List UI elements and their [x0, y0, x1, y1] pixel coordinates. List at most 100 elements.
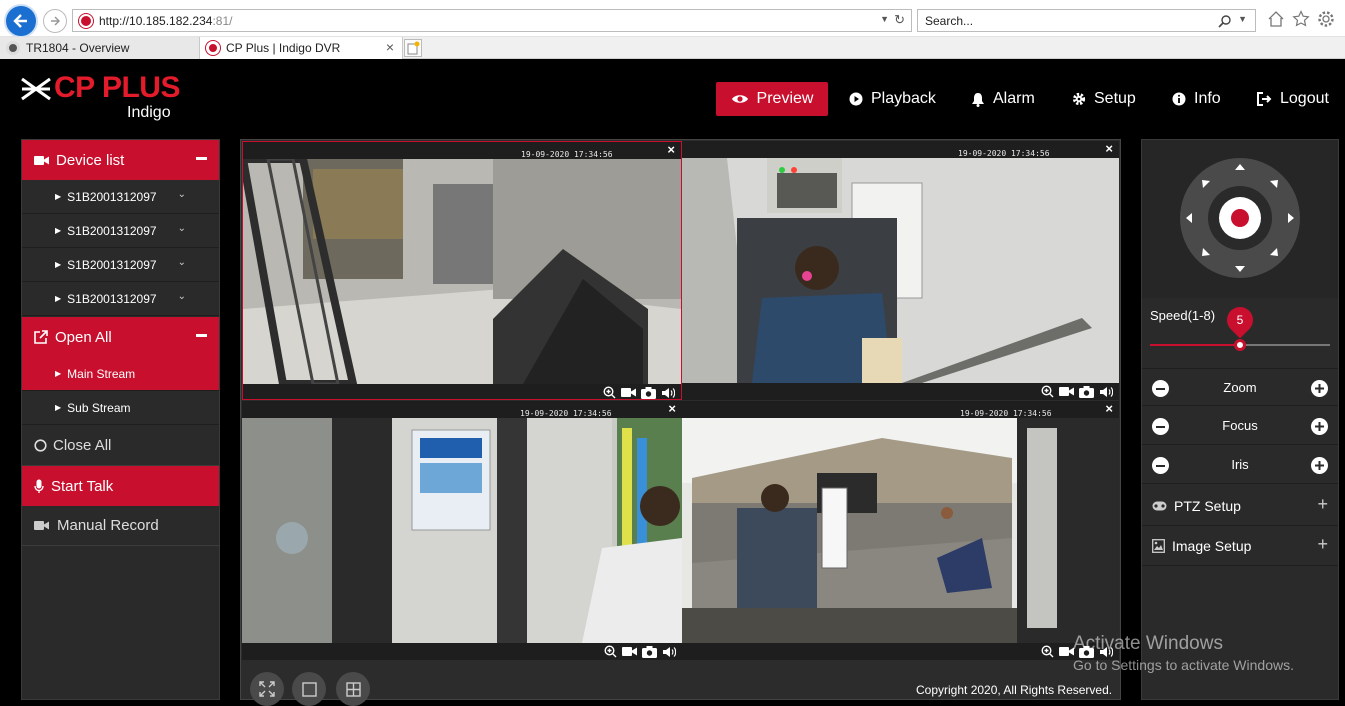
- collapse-minus-icon[interactable]: [196, 157, 207, 160]
- chevron-down-icon[interactable]: ⌄: [178, 223, 186, 234]
- home-icon[interactable]: [1267, 10, 1285, 28]
- focus-label: Focus: [1222, 418, 1258, 433]
- zoom-in-icon[interactable]: [604, 645, 617, 658]
- nav-logout[interactable]: Logout: [1257, 82, 1329, 116]
- record-video-icon[interactable]: [1059, 646, 1074, 657]
- arrow-left-icon: [13, 14, 27, 28]
- close-camera-icon[interactable]: ×: [668, 401, 676, 416]
- watermark-subtitle: Go to Settings to activate Windows.: [1073, 657, 1294, 673]
- minus-icon: [1156, 387, 1165, 390]
- snapshot-camera-icon[interactable]: [1079, 385, 1094, 398]
- new-tab-button[interactable]: [404, 39, 422, 57]
- close-all-button[interactable]: Close All: [22, 426, 219, 466]
- record-video-icon[interactable]: [1059, 386, 1074, 397]
- zoom-in-button[interactable]: [1311, 380, 1328, 397]
- search-placeholder: Search...: [925, 13, 974, 28]
- start-talk-button[interactable]: Start Talk: [22, 466, 219, 506]
- image-setup-row[interactable]: Image Setup +: [1142, 526, 1338, 566]
- zoom-in-icon[interactable]: [1041, 385, 1054, 398]
- settings-gear-icon[interactable]: [1317, 10, 1335, 28]
- record-video-icon[interactable]: [622, 646, 637, 657]
- audio-speaker-icon[interactable]: [662, 646, 676, 658]
- nav-preview[interactable]: Preview: [716, 82, 828, 116]
- camera-controls: [603, 386, 675, 399]
- search-dropdown-icon[interactable]: ▼: [1238, 14, 1247, 24]
- caret-right-icon: ▶: [55, 192, 62, 201]
- main-stream-item[interactable]: ▶ Main Stream: [22, 357, 219, 391]
- audio-speaker-icon[interactable]: [661, 387, 675, 399]
- device-label: S1B2001312097: [67, 189, 157, 204]
- manual-record-button[interactable]: Manual Record: [22, 506, 219, 546]
- nav-setup[interactable]: Setup: [1072, 82, 1136, 116]
- camera-cell-4[interactable]: × 19-09-2020 17:34:56: [682, 401, 1119, 660]
- caret-right-icon: ▶: [55, 294, 62, 303]
- camera-cell-2[interactable]: × 19-09-2020 17:34:56: [682, 141, 1119, 400]
- iris-minus-button[interactable]: [1152, 457, 1169, 474]
- device-item[interactable]: ▶ S1B2001312097 ⌄: [22, 248, 219, 282]
- back-button[interactable]: [4, 4, 38, 38]
- windows-activation-watermark: Activate Windows Go to Settings to activ…: [1073, 633, 1294, 673]
- open-all-header[interactable]: Open All: [22, 317, 219, 357]
- chevron-down-icon[interactable]: ⌄: [178, 291, 186, 302]
- collapse-minus-icon[interactable]: [196, 334, 207, 337]
- device-item[interactable]: ▶ S1B2001312097 ⌄: [22, 180, 219, 214]
- chevron-down-icon[interactable]: ⌄: [178, 257, 186, 268]
- site-favicon-icon: [79, 13, 93, 28]
- search-input[interactable]: Search... ▼: [917, 9, 1256, 32]
- address-dropdown-icon[interactable]: ▼: [880, 14, 889, 24]
- quad-view-button[interactable]: [336, 672, 370, 706]
- favorites-star-icon[interactable]: [1292, 10, 1310, 28]
- address-bar[interactable]: http://10.185.182.234:81/ ▼ ↻: [72, 9, 912, 32]
- image-setup-label: Image Setup: [1172, 537, 1252, 554]
- speed-slider-handle[interactable]: [1234, 339, 1246, 351]
- camera-cell-1[interactable]: × 19-09-2020 17:34:56: [242, 141, 682, 400]
- expand-plus-icon[interactable]: +: [1317, 534, 1328, 555]
- caret-right-icon: ▶: [55, 260, 62, 269]
- sub-stream-item[interactable]: ▶ Sub Stream: [22, 391, 219, 425]
- tab-close-icon[interactable]: ×: [386, 39, 394, 55]
- focus-plus-button[interactable]: [1311, 418, 1328, 435]
- forward-button[interactable]: [43, 9, 67, 33]
- zoom-in-icon[interactable]: [603, 386, 616, 399]
- fullscreen-button[interactable]: [250, 672, 284, 706]
- device-label: S1B2001312097: [67, 291, 157, 306]
- single-layout-icon: [301, 681, 317, 697]
- device-list-header[interactable]: Device list: [22, 140, 219, 180]
- device-item[interactable]: ▶ S1B2001312097 ⌄: [22, 214, 219, 248]
- ptz-direction-pad[interactable]: [1179, 157, 1301, 279]
- image-file-icon: [1152, 538, 1165, 553]
- nav-info[interactable]: Info: [1172, 82, 1221, 116]
- close-camera-icon[interactable]: ×: [667, 142, 675, 157]
- ptz-setup-row[interactable]: PTZ Setup +: [1142, 486, 1338, 526]
- camera-feed-image: [682, 418, 1119, 643]
- logout-icon: [1257, 92, 1272, 106]
- zoom-out-button[interactable]: [1152, 380, 1169, 397]
- close-camera-icon[interactable]: ×: [1105, 401, 1113, 416]
- chevron-down-icon[interactable]: ⌄: [178, 189, 186, 200]
- snapshot-camera-icon[interactable]: [642, 645, 657, 658]
- focus-minus-button[interactable]: [1152, 418, 1169, 435]
- gear-icon: [1072, 92, 1086, 106]
- close-camera-icon[interactable]: ×: [1105, 141, 1113, 156]
- search-icon[interactable]: [1218, 15, 1231, 28]
- tab-indigo-dvr[interactable]: CP Plus | Indigo DVR ×: [200, 37, 403, 59]
- expand-icon: [259, 681, 275, 697]
- refresh-icon[interactable]: ↻: [894, 12, 905, 28]
- speed-value: 5: [1236, 313, 1244, 327]
- snapshot-camera-icon[interactable]: [641, 386, 656, 399]
- record-video-icon[interactable]: [621, 387, 636, 398]
- tab-overview[interactable]: TR1804 - Overview: [0, 37, 200, 59]
- nav-playback[interactable]: Playback: [849, 82, 936, 116]
- single-view-button[interactable]: [292, 672, 326, 706]
- device-item[interactable]: ▶ S1B2001312097 ⌄: [22, 282, 219, 316]
- iris-plus-button[interactable]: [1311, 457, 1328, 474]
- caret-right-icon: ▶: [55, 403, 62, 412]
- camera-cell-3[interactable]: × 19-09-2020 17:34:56: [242, 401, 682, 660]
- nav-alarm[interactable]: Alarm: [971, 82, 1035, 116]
- audio-speaker-icon[interactable]: [1099, 386, 1113, 398]
- camera-title-bar: ×: [242, 401, 682, 418]
- eye-icon: [731, 95, 748, 103]
- zoom-in-icon[interactable]: [1041, 645, 1054, 658]
- caret-right-icon: ▶: [55, 226, 62, 235]
- expand-plus-icon[interactable]: +: [1317, 494, 1328, 515]
